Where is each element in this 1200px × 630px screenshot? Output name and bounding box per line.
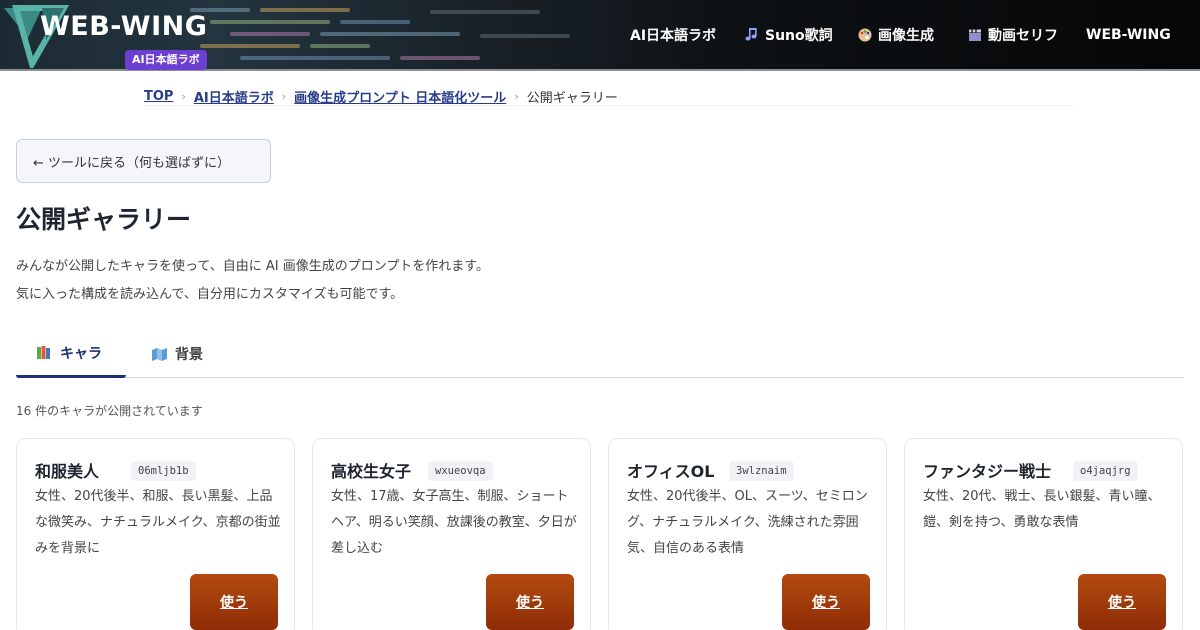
character-card: オフィスOL 3wlznaim 女性、20代後半、OL、スーツ、セミロング、ナチ… — [608, 438, 887, 630]
card-title: 和服美人 — [35, 462, 100, 481]
nav-label: 動画セリフ — [988, 28, 1058, 44]
character-card: 和服美人 06mljb1b 女性、20代後半、和服、長い黒髪、上品な微笑み、ナチ… — [16, 438, 295, 630]
breadcrumb: TOP › AI日本語ラボ › 画像生成プロンプト 日本語化ツール › 公開ギャ… — [144, 86, 618, 106]
card-description: 女性、17歳、女子高生、制服、ショートヘア、明るい笑顔、放課後の教室、夕日が差し… — [331, 489, 577, 556]
card-title: ファンタジー戦士 — [923, 462, 1052, 481]
card-description: 女性、20代後半、OL、スーツ、セミロング、ナチュラルメイク、洗練された雰囲気、… — [627, 489, 868, 556]
use-button[interactable]: 使う — [1078, 574, 1166, 630]
card-description: 女性、20代、戦士、長い銀髪、青い瞳、鎧、剣を持つ、勇敢な表情 — [923, 489, 1161, 530]
breadcrumb-top[interactable]: TOP — [144, 89, 173, 104]
map-icon — [152, 347, 167, 361]
back-to-tool-button[interactable]: ← ツールに戻る（何も選ばずに） — [16, 139, 271, 183]
breadcrumb-separator: › — [281, 89, 287, 103]
breadcrumb-ai-lab[interactable]: AI日本語ラボ — [194, 87, 274, 106]
logo-badge: AI日本語ラボ — [125, 50, 207, 70]
use-button[interactable]: 使う — [782, 574, 870, 630]
card-title: 高校生女子 — [331, 462, 412, 481]
page-title: 公開ギャラリー — [16, 205, 192, 234]
nav-label: 画像生成 — [878, 28, 934, 44]
use-button[interactable]: 使う — [190, 574, 278, 630]
nav-suno[interactable]: Suno歌詞 — [745, 25, 833, 45]
tab-label: 背景 — [175, 347, 203, 363]
tab-label: キャラ — [60, 345, 102, 362]
logo-text: WEB-WING — [40, 11, 208, 42]
breadcrumb-separator: › — [514, 89, 519, 103]
card-description: 女性、20代後半、和服、長い黒髪、上品な微笑み、ナチュラルメイク、京都の街並みを… — [35, 489, 281, 556]
character-card: ファンタジー戦士 o4jaqjrg 女性、20代、戦士、長い銀髪、青い瞳、鎧、剣… — [904, 438, 1183, 630]
site-logo[interactable]: WEB-WING AI日本語ラボ — [2, 4, 217, 70]
breadcrumb-separator: › — [181, 89, 186, 103]
site-header: WEB-WING AI日本語ラボ AI日本語ラボ Suno歌詞 画像生成 動画セ… — [0, 0, 1200, 71]
tab-backgrounds[interactable]: 背景 — [152, 330, 203, 378]
nav-video-lines[interactable]: 動画セリフ — [968, 25, 1058, 45]
books-icon — [37, 346, 50, 359]
header-background-image — [180, 0, 600, 71]
page-description-line-2: 気に入った構成を読み込んで、自分用にカスタマイズも可能です。 — [16, 287, 404, 302]
clapperboard-icon — [969, 29, 981, 41]
breadcrumb-current: 公開ギャラリー — [526, 90, 618, 106]
result-count: 16 件のキャラが公開されています — [16, 404, 203, 418]
card-title: オフィスOL — [627, 462, 715, 481]
music-note-icon — [745, 28, 757, 41]
nav-web-wing[interactable]: WEB-WING — [1086, 25, 1171, 45]
nav-image-gen[interactable]: 画像生成 — [858, 25, 934, 45]
nav-label: Suno歌詞 — [765, 28, 833, 44]
breadcrumb-tool[interactable]: 画像生成プロンプト 日本語化ツール — [294, 87, 506, 106]
nav-label: WEB-WING — [1086, 27, 1171, 43]
nav-label: AI日本語ラボ — [630, 28, 717, 44]
tab-characters[interactable]: キャラ — [16, 330, 126, 378]
nav-ai-lab[interactable]: AI日本語ラボ — [630, 25, 716, 45]
breadcrumb-divider — [144, 105, 1074, 106]
card-id-badge: 3wlznaim — [729, 461, 794, 481]
card-id-badge: wxueovqa — [428, 461, 493, 481]
character-card: 高校生女子 wxueovqa 女性、17歳、女子高生、制服、ショートヘア、明るい… — [312, 438, 591, 630]
card-id-badge: 06mljb1b — [131, 461, 196, 481]
gallery-tabs: キャラ 背景 — [16, 330, 1184, 378]
palette-icon — [858, 28, 872, 42]
use-button[interactable]: 使う — [486, 574, 574, 630]
card-id-badge: o4jaqjrg — [1073, 461, 1138, 481]
page-description-line-1: みんなが公開したキャラを使って、自由に AI 画像生成のプロンプトを作れます。 — [16, 259, 490, 274]
